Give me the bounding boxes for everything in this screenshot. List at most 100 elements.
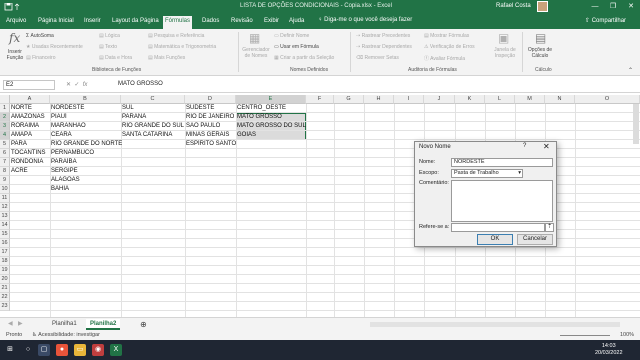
add-sheet-icon[interactable]: ⊕ bbox=[136, 319, 151, 330]
cell[interactable]: ACRE bbox=[10, 167, 50, 176]
cell[interactable]: RIO GRANDE DO NORTE bbox=[50, 140, 136, 149]
tab-dados[interactable]: Dados bbox=[200, 16, 221, 29]
cell[interactable]: SERGIPE bbox=[50, 167, 122, 176]
cell[interactable]: SUL bbox=[121, 104, 185, 113]
save-icon[interactable] bbox=[4, 2, 24, 11]
tab-arquivo[interactable]: Arquivo bbox=[4, 16, 28, 29]
sheet-scroll-right[interactable]: ▶ bbox=[14, 319, 27, 330]
row-header[interactable]: 16 bbox=[0, 239, 10, 248]
function-icon[interactable]: fx bbox=[9, 31, 20, 45]
cell[interactable]: CEARÁ bbox=[50, 131, 122, 140]
text-button[interactable]: ▤ Texto bbox=[99, 44, 117, 50]
close-button[interactable]: ✕ bbox=[622, 1, 640, 13]
collapse-dialog-icon[interactable]: ⇡ bbox=[545, 223, 554, 232]
column-header[interactable]: I bbox=[394, 95, 424, 104]
tab-revisao[interactable]: Revisão bbox=[229, 16, 255, 29]
horizontal-scrollbar[interactable] bbox=[370, 322, 620, 327]
cell[interactable]: PARAÍBA bbox=[50, 158, 122, 167]
row-header[interactable]: 12 bbox=[0, 203, 10, 212]
watch-window-icon[interactable]: ▣ bbox=[498, 31, 509, 45]
column-header[interactable]: M bbox=[515, 95, 545, 104]
recent-functions-button[interactable]: ★ Usadas Recentemente bbox=[26, 44, 83, 50]
tab-layout[interactable]: Layout da Página bbox=[110, 16, 161, 29]
vertical-scrollbar[interactable] bbox=[633, 104, 639, 144]
select-all-corner[interactable] bbox=[0, 95, 10, 104]
cell[interactable]: SUDESTE bbox=[185, 104, 236, 113]
cell[interactable]: CENTRO_OESTE bbox=[236, 104, 308, 113]
datetime-button[interactable]: ▤ Data e Hora bbox=[99, 55, 132, 61]
cell[interactable]: AMAPÁ bbox=[10, 131, 50, 140]
cell[interactable]: PERNAMBUCO bbox=[50, 149, 122, 158]
row-header[interactable]: 8 bbox=[0, 167, 10, 176]
name-manager-icon[interactable]: ▦ bbox=[249, 31, 260, 45]
help-button[interactable]: ? bbox=[523, 143, 526, 149]
file-explorer-icon[interactable]: ▭ bbox=[74, 344, 86, 356]
search-icon[interactable]: ○ bbox=[22, 344, 34, 356]
column-header[interactable]: N bbox=[545, 95, 575, 104]
name-input[interactable]: NORDESTE bbox=[451, 158, 553, 167]
column-header[interactable]: J bbox=[424, 95, 455, 104]
row-header[interactable]: 5 bbox=[0, 140, 10, 149]
cell[interactable]: RONDÔNIA bbox=[10, 158, 50, 167]
column-header[interactable]: H bbox=[364, 95, 394, 104]
comment-textarea[interactable] bbox=[451, 180, 553, 222]
create-from-selection-button[interactable]: ▦ Criar a partir da Seleção bbox=[274, 55, 334, 61]
row-header[interactable]: 13 bbox=[0, 212, 10, 221]
cell[interactable]: MATO GROSSO bbox=[236, 113, 308, 122]
name-manager-button[interactable]: Gerenciador de Nomes bbox=[240, 47, 272, 59]
tab-exibir[interactable]: Exibir bbox=[262, 16, 281, 29]
row-header[interactable]: 23 bbox=[0, 302, 10, 311]
cell[interactable]: AMAZONAS bbox=[10, 113, 50, 122]
row-header[interactable]: 15 bbox=[0, 230, 10, 239]
use-in-formula-button[interactable]: ▭ Usar em Fórmula bbox=[274, 44, 319, 50]
app-icon[interactable]: ◉ bbox=[92, 344, 104, 356]
cell[interactable]: TOCANTINS bbox=[10, 149, 50, 158]
cell[interactable]: ESPÍRITO SANTO bbox=[185, 140, 236, 149]
column-header[interactable]: A bbox=[10, 95, 50, 104]
cell[interactable]: MINAS GERAIS bbox=[185, 131, 236, 140]
evaluate-formula-button[interactable]: ⓕ Avaliar Fórmula bbox=[424, 55, 465, 62]
formula-input[interactable]: MATO GROSSO bbox=[118, 81, 163, 87]
zoom-slider[interactable] bbox=[560, 335, 610, 336]
cell[interactable]: PARANÁ bbox=[121, 113, 185, 122]
name-box[interactable]: E2 bbox=[3, 80, 55, 90]
column-header[interactable]: L bbox=[485, 95, 515, 104]
insert-function-button[interactable]: Inserir Função bbox=[4, 49, 26, 61]
dialog-close-button[interactable]: ✕ bbox=[543, 142, 550, 151]
error-checking-button[interactable]: ⚠ Verificação de Erros bbox=[424, 44, 475, 50]
cell[interactable]: MARANHÃO bbox=[50, 122, 122, 131]
tab-pagina-inicial[interactable]: Página Inicial bbox=[36, 16, 76, 29]
cell[interactable]: NORTE bbox=[10, 104, 50, 113]
sheet-tab-planilha1[interactable]: Planilha1 bbox=[48, 319, 81, 330]
user-name[interactable]: Rafael Costa bbox=[496, 3, 531, 9]
cancel-button[interactable]: Cancelar bbox=[517, 234, 553, 245]
ok-button[interactable]: OK bbox=[477, 234, 513, 245]
row-header[interactable]: 22 bbox=[0, 293, 10, 302]
trace-dependents-button[interactable]: ⇢ Rastrear Dependentes bbox=[356, 44, 412, 50]
row-header[interactable]: 11 bbox=[0, 194, 10, 203]
system-clock[interactable]: 14:03 20/03/2022 bbox=[595, 343, 623, 357]
column-header[interactable]: G bbox=[334, 95, 364, 104]
row-header[interactable]: 21 bbox=[0, 284, 10, 293]
maximize-button[interactable]: ❐ bbox=[604, 1, 622, 13]
refers-to-input[interactable] bbox=[451, 223, 545, 232]
lookup-button[interactable]: ▤ Pesquisa e Referência bbox=[148, 33, 204, 39]
tell-me-search[interactable]: ♀ Diga-me o que você deseja fazer bbox=[318, 17, 412, 23]
zoom-level[interactable]: 100% bbox=[620, 332, 634, 338]
define-name-button[interactable]: ▭ Definir Nome bbox=[274, 33, 309, 39]
cell[interactable]: RIO GRANDE DO SUL bbox=[121, 122, 185, 131]
task-view-icon[interactable]: ▢ bbox=[38, 344, 50, 356]
row-header[interactable]: 4 bbox=[0, 131, 10, 140]
row-header[interactable]: 17 bbox=[0, 248, 10, 257]
cancel-icon[interactable]: ✕ bbox=[66, 82, 71, 88]
sheet-tab-planilha2[interactable]: Planilha2 bbox=[86, 319, 121, 330]
row-header[interactable]: 20 bbox=[0, 275, 10, 284]
tab-ajuda[interactable]: Ajuda bbox=[287, 16, 306, 29]
cell[interactable]: SANTA CATARINA bbox=[121, 131, 185, 140]
share-button[interactable]: ⇧ Compartilhar bbox=[585, 17, 626, 24]
cell[interactable]: PIAUÍ bbox=[50, 113, 122, 122]
accessibility-status[interactable]: ♿ Acessibilidade: investigar bbox=[32, 332, 100, 338]
excel-icon[interactable]: X bbox=[110, 344, 122, 356]
row-header[interactable]: 18 bbox=[0, 257, 10, 266]
column-header[interactable]: E bbox=[236, 95, 306, 104]
